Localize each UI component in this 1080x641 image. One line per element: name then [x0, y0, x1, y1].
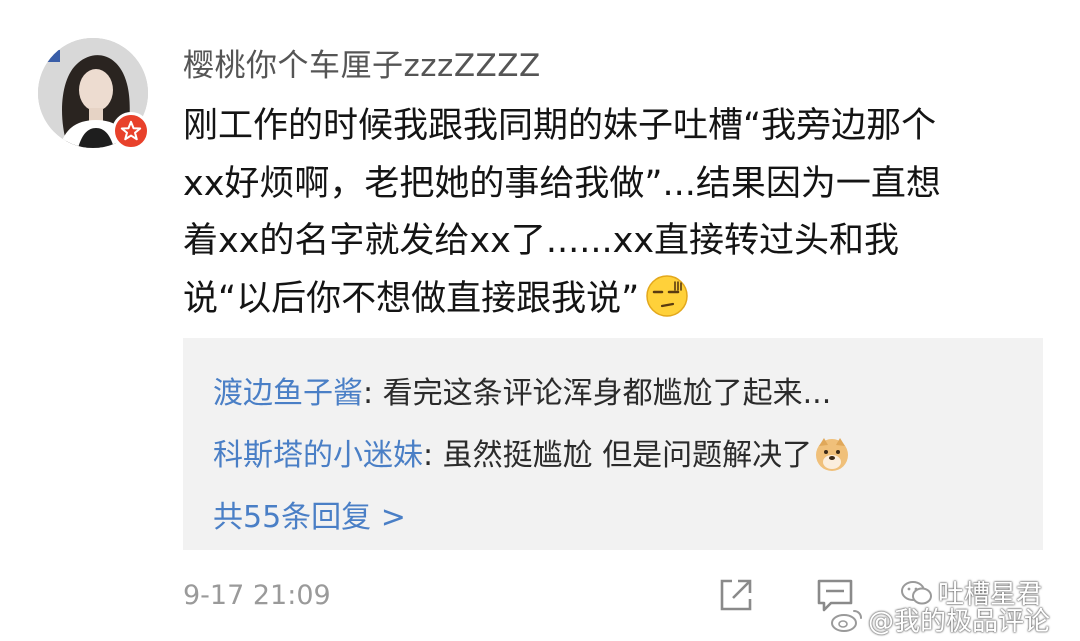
- doge-emoji: [814, 436, 850, 472]
- reply-author[interactable]: 渡边鱼子酱: [213, 376, 363, 411]
- reply-text: : 虽然挺尴尬 但是问题解决了: [423, 438, 813, 473]
- comment-text: 刚工作的时候我跟我同期的妹子吐槽“我旁边那个 xx好烦啊，老把她的事给我做”..…: [183, 98, 1043, 328]
- weibo-watermark: @我的极品评论: [830, 601, 1050, 638]
- speechless-face-emoji: [645, 274, 689, 318]
- weibo-icon: [831, 609, 862, 632]
- comment-line: 说“以后你不想做直接跟我说”: [183, 271, 1043, 329]
- username[interactable]: 樱桃你个车厘子zzzZZZZ: [183, 40, 541, 85]
- view-more-replies-link[interactable]: 共55条回复 >: [213, 492, 406, 536]
- reply-item[interactable]: 渡边鱼子酱: 看完这条评论浑身都尴尬了起来...: [213, 368, 831, 412]
- reply-item[interactable]: 科斯塔的小迷妹: 虽然挺尴尬 但是问题解决了: [213, 430, 850, 475]
- comment-line: 着xx的名字就发给xx了......xx直接转过头和我: [183, 221, 900, 261]
- weibo-watermark-text: @我的极品评论: [868, 607, 1051, 637]
- reply-author[interactable]: 科斯塔的小迷妹: [213, 438, 423, 473]
- comment-line: xx好烦啊，老把她的事给我做”...结果因为一直想: [183, 163, 941, 204]
- comment-line: 刚工作的时候我跟我同期的妹子吐槽“我旁边那个: [183, 106, 937, 146]
- timestamp: 9-17 21:09: [183, 580, 331, 611]
- reply-preview-box[interactable]: 渡边鱼子酱: 看完这条评论浑身都尴尬了起来... 科斯塔的小迷妹: 虽然挺尴尬 …: [183, 338, 1043, 550]
- verified-badge-icon: [112, 112, 150, 150]
- reply-text: : 看完这条评论浑身都尴尬了起来...: [363, 376, 832, 411]
- comment-line-text: 说“以后你不想做直接跟我说”: [183, 278, 640, 319]
- comment-card: 樱桃你个车厘子zzzZZZZ 刚工作的时候我跟我同期的妹子吐槽“我旁边那个 xx…: [0, 0, 1080, 641]
- share-icon[interactable]: [716, 575, 756, 615]
